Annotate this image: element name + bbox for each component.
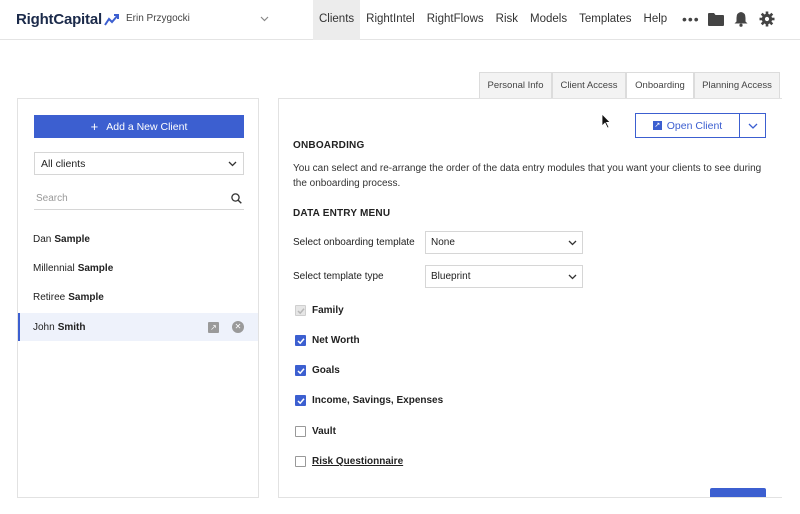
- client-filter-value: All clients: [41, 157, 86, 170]
- nav-rightintel[interactable]: RightIntel: [360, 0, 421, 40]
- onboarding-description: You can select and re-arrange the order …: [293, 163, 762, 189]
- client-list-item-selected[interactable]: John Smith ↗ ✕: [18, 313, 258, 341]
- chevron-down-icon: [260, 16, 269, 21]
- client-last-name: Sample: [77, 262, 114, 274]
- gear-icon[interactable]: [759, 11, 775, 27]
- more-icon[interactable]: •••: [682, 11, 700, 27]
- client-last-name: Smith: [57, 321, 86, 333]
- onboarding-template-label: Select onboarding template: [293, 237, 415, 248]
- logo-arrow-icon: [104, 13, 119, 26]
- template-type-select[interactable]: Blueprint: [425, 265, 583, 288]
- search-icon[interactable]: [231, 193, 242, 204]
- bell-icon[interactable]: [734, 11, 748, 27]
- chevron-down-icon: [748, 123, 757, 129]
- module-checkbox-family: Family: [295, 305, 344, 316]
- check-icon: [296, 397, 305, 404]
- client-actions: ↗ ✕: [208, 321, 244, 333]
- client-last-name: Sample: [54, 233, 90, 245]
- checkbox-unchecked[interactable]: [295, 456, 306, 467]
- module-label: Income, Savings, Expenses: [312, 395, 444, 406]
- module-label: Vault: [312, 426, 336, 437]
- open-client-button[interactable]: ↗ Open Client: [636, 114, 740, 137]
- save-button[interactable]: [710, 488, 766, 497]
- onboarding-heading: ONBOARDING: [293, 140, 365, 151]
- remove-icon[interactable]: ✕: [232, 321, 244, 333]
- risk-questionnaire-link[interactable]: Risk Questionnaire: [312, 456, 403, 467]
- tab-onboarding[interactable]: Onboarding: [626, 72, 694, 99]
- nav-rightflows[interactable]: RightFlows: [421, 0, 490, 40]
- check-icon: [296, 307, 305, 314]
- nav-templates[interactable]: Templates: [573, 0, 637, 40]
- top-navbar: RightCapital Erin Przygocki Clients Righ…: [0, 0, 800, 40]
- mouse-cursor-icon: [601, 113, 611, 129]
- checkbox-unchecked[interactable]: [295, 426, 306, 437]
- folder-icon[interactable]: [708, 12, 724, 26]
- client-search-input[interactable]: Search: [34, 188, 244, 210]
- tab-planning-access[interactable]: Planning Access: [694, 72, 780, 98]
- client-list-item[interactable]: Dan Sample: [18, 225, 258, 253]
- client-first-name: John: [33, 321, 55, 333]
- module-checkbox-net-worth[interactable]: Net Worth: [295, 335, 360, 346]
- plus-icon: +: [90, 119, 99, 134]
- main-nav: Clients RightIntel RightFlows Risk Model…: [313, 0, 673, 40]
- client-sidebar: + Add a New Client All clients Search Da…: [17, 98, 259, 498]
- client-first-name: Dan: [33, 233, 52, 245]
- user-switcher[interactable]: Erin Przygocki: [126, 13, 269, 24]
- data-entry-menu-heading: DATA ENTRY MENU: [293, 208, 391, 219]
- client-last-name: Sample: [68, 291, 104, 303]
- onboarding-template-value: None: [431, 237, 455, 248]
- chevron-down-icon: [568, 274, 577, 279]
- client-filter-select[interactable]: All clients: [34, 152, 244, 175]
- nav-help[interactable]: Help: [638, 0, 674, 40]
- logo[interactable]: RightCapital: [16, 11, 120, 28]
- module-label: Family: [312, 305, 344, 316]
- tab-client-access[interactable]: Client Access: [552, 72, 626, 98]
- open-client-label: Open Client: [666, 119, 723, 132]
- open-external-icon: ↗: [652, 121, 662, 130]
- add-client-label: Add a New Client: [106, 120, 188, 133]
- check-icon: [296, 367, 305, 374]
- search-placeholder: Search: [36, 193, 68, 204]
- module-label: Net Worth: [312, 335, 360, 346]
- module-checkbox-income-savings-expenses[interactable]: Income, Savings, Expenses: [295, 395, 443, 406]
- client-first-name: Millennial: [33, 262, 75, 274]
- template-type-label: Select template type: [293, 271, 384, 282]
- onboarding-panel: ↗ Open Client ONBOARDING You can select …: [278, 98, 782, 498]
- checkbox-checked[interactable]: [295, 395, 306, 406]
- client-list-item[interactable]: Retiree Sample: [18, 283, 258, 311]
- open-client-split-button: ↗ Open Client: [635, 113, 766, 138]
- module-label: Goals: [312, 365, 340, 376]
- nav-models[interactable]: Models: [524, 0, 573, 40]
- module-checkbox-risk-questionnaire[interactable]: Risk Questionnaire: [295, 456, 403, 467]
- user-name: Erin Przygocki: [126, 13, 190, 24]
- nav-clients[interactable]: Clients: [313, 0, 361, 40]
- chevron-down-icon: [228, 161, 237, 166]
- module-checkbox-vault[interactable]: Vault: [295, 426, 336, 437]
- logo-text: RightCapital: [16, 11, 102, 28]
- nav-risk[interactable]: Risk: [490, 0, 524, 40]
- open-client-dropdown[interactable]: [740, 114, 765, 137]
- tab-personal-info[interactable]: Personal Info: [479, 72, 552, 98]
- add-client-button[interactable]: + Add a New Client: [34, 115, 244, 138]
- checkbox-checked[interactable]: [295, 335, 306, 346]
- module-checkbox-goals[interactable]: Goals: [295, 365, 340, 376]
- check-icon: [296, 337, 305, 344]
- client-list-item[interactable]: Millennial Sample: [18, 254, 258, 282]
- client-first-name: Retiree: [33, 291, 66, 303]
- template-type-value: Blueprint: [431, 271, 471, 282]
- external-link-icon[interactable]: ↗: [208, 321, 219, 333]
- checkbox-disabled: [295, 305, 306, 316]
- chevron-down-icon: [568, 240, 577, 245]
- onboarding-template-select[interactable]: None: [425, 231, 583, 254]
- checkbox-checked[interactable]: [295, 365, 306, 376]
